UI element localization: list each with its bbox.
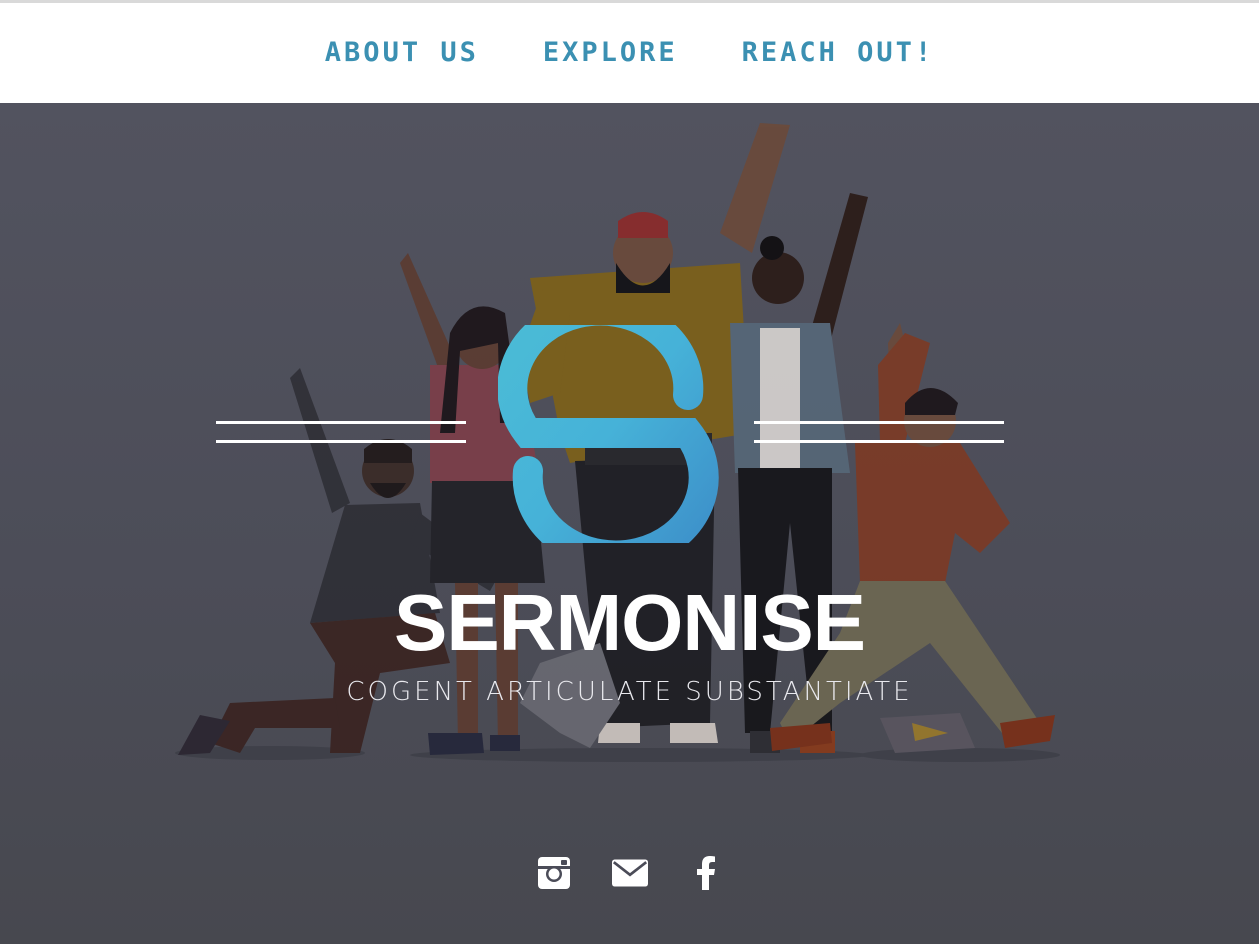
hero-section: SERMONISE COGENT ARTICULATE SUBSTANTIATE <box>0 103 1259 944</box>
nav-explore-link[interactable]: EXPLORE <box>543 36 678 70</box>
nav-reach-out-link[interactable]: REACH OUT! <box>742 36 935 70</box>
left-rule-top <box>216 421 466 424</box>
top-navigation-bar: ABOUT US EXPLORE REACH OUT! <box>0 0 1259 103</box>
instagram-icon[interactable] <box>536 855 572 891</box>
sermonise-logo-icon <box>498 325 719 543</box>
right-rule-top <box>754 421 1004 424</box>
brand-title: SERMONISE <box>393 578 866 667</box>
main-nav: ABOUT US EXPLORE REACH OUT! <box>0 36 1259 70</box>
nav-about-us-link[interactable]: ABOUT US <box>325 36 479 70</box>
right-rule-bottom <box>754 440 1004 443</box>
social-links <box>0 855 1259 891</box>
mail-icon[interactable] <box>611 855 648 891</box>
facebook-icon[interactable] <box>688 855 724 891</box>
left-rule-bottom <box>216 440 466 443</box>
brand-tagline: COGENT ARTICULATE SUBSTANTIATE <box>346 677 913 707</box>
